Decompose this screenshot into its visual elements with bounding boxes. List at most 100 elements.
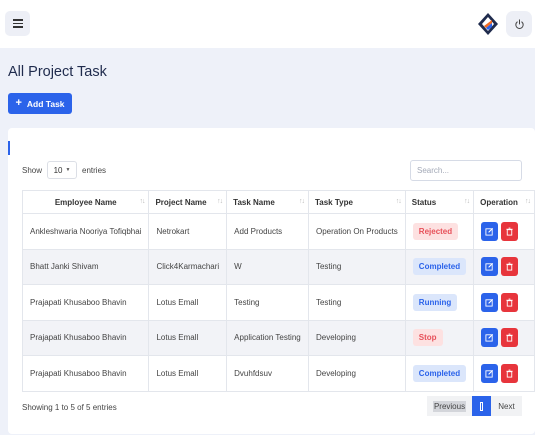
row-actions — [481, 363, 527, 383]
col-operation-label: Operation — [480, 197, 518, 207]
sort-icon: ↑↓ — [525, 198, 531, 205]
task-card: Show 10 ▼ entries Employee Name ↑↓ Projec… — [8, 128, 535, 434]
col-status-label: Status — [411, 197, 437, 207]
sort-icon: ↑↓ — [464, 198, 470, 205]
cell-project-name: Netrokart — [148, 213, 228, 250]
cell-task-type: Testing — [307, 284, 406, 321]
current-page-marker — [480, 401, 483, 411]
col-task-name[interactable]: Task Name ↑↓ — [226, 190, 309, 214]
cell-employee-name: Bhatt Janki Shivam — [21, 248, 150, 285]
cell-task-name: Application Testing — [226, 319, 309, 356]
status-badge: Running — [412, 293, 458, 311]
pagination: Previous Next — [427, 396, 522, 416]
sort-icon: ↑↓ — [139, 198, 145, 205]
col-project-name[interactable]: Project Name ↑↓ — [148, 190, 228, 214]
edit-icon[interactable] — [481, 292, 499, 312]
task-table: Employee Name ↑↓ Project Name ↑↓ Task Name… — [21, 190, 535, 392]
edit-icon[interactable] — [481, 221, 499, 241]
row-actions — [481, 221, 527, 241]
power-icon[interactable] — [506, 11, 532, 37]
trash-icon[interactable] — [501, 257, 519, 277]
cell-task-name: Testing — [226, 284, 309, 321]
chevron-down-icon: ▼ — [65, 167, 71, 173]
edit-icon[interactable] — [481, 328, 499, 348]
table-row: Prajapati Khusaboo Bhavin Lotus Emall Test… — [21, 284, 535, 321]
status-badge: Completed — [412, 258, 467, 276]
sort-icon: ↑↓ — [217, 198, 223, 205]
cell-task-name: Dvuhfdsuv — [226, 355, 309, 392]
cell-task-name: W — [226, 248, 309, 285]
cell-employee-name: Prajapati Khusaboo Bhavin — [21, 319, 150, 356]
previous-button[interactable]: Previous — [427, 396, 472, 416]
row-actions — [481, 257, 527, 277]
col-task-name-label: Task Name — [233, 197, 275, 207]
trash-icon[interactable] — [501, 221, 519, 241]
entries-select[interactable]: 10 ▼ — [47, 161, 78, 179]
col-project-name-label: Project Name — [155, 197, 207, 207]
entries-select-value: 10 — [53, 165, 63, 175]
cell-operation — [473, 319, 535, 356]
cell-operation — [473, 213, 535, 250]
cell-task-type: Testing — [307, 248, 406, 285]
entries-label: entries — [82, 165, 107, 175]
page-title: All Project Task — [8, 64, 107, 80]
add-task-button[interactable]: + Add Task — [8, 93, 72, 114]
row-actions — [481, 328, 527, 348]
search-input[interactable] — [410, 160, 522, 181]
status-badge: Stop — [412, 329, 443, 347]
cell-status: Running — [404, 284, 475, 321]
col-task-type-label: Task Type — [314, 197, 353, 207]
previous-label: Previous — [432, 400, 467, 412]
trash-icon[interactable] — [501, 292, 519, 312]
status-badge: Rejected — [412, 222, 459, 240]
trash-icon[interactable] — [501, 363, 519, 383]
cell-task-type: Developing — [307, 319, 406, 356]
cell-status: Completed — [404, 248, 475, 285]
col-operation[interactable]: Operation ↑↓ — [473, 190, 535, 214]
cell-project-name: Lotus Emall — [148, 284, 228, 321]
cell-task-type: Operation On Products — [307, 213, 406, 250]
cell-status: Completed — [404, 355, 475, 392]
brand-logo-icon — [477, 12, 499, 36]
table-row: Prajapati Khusaboo Bhavin Lotus Emall Appl… — [21, 319, 535, 356]
cell-project-name: Click4Karmachari — [148, 248, 228, 285]
top-bar — [0, 0, 535, 48]
cell-project-name: Lotus Emall — [148, 319, 228, 356]
table-body: Ankleshwaria Nooriya Tofiqbhai Netrokart A… — [21, 213, 535, 392]
plus-icon: + — [15, 97, 22, 109]
show-label: Show — [22, 165, 43, 175]
sort-icon: ↑↓ — [298, 198, 305, 205]
cell-status: Rejected — [404, 213, 475, 250]
entries-length-control: Show 10 ▼ entries — [22, 161, 106, 179]
cell-project-name: Lotus Emall — [148, 355, 228, 392]
edit-icon[interactable] — [481, 257, 499, 277]
cell-status: Stop — [404, 319, 475, 356]
table-row: Prajapati Khusaboo Bhavin Lotus Emall Dvuh… — [21, 355, 535, 392]
trash-icon[interactable] — [501, 328, 519, 348]
cell-operation — [473, 355, 535, 392]
edit-icon[interactable] — [481, 363, 499, 383]
cell-operation — [473, 284, 535, 321]
sort-icon: ↑↓ — [395, 198, 402, 205]
row-actions — [481, 292, 527, 312]
cell-operation — [473, 248, 535, 285]
table-header-row: Employee Name ↑↓ Project Name ↑↓ Task Name… — [21, 190, 535, 214]
table-row: Bhatt Janki Shivam Click4Karmachari W Testi… — [21, 248, 535, 285]
cell-employee-name: Ankleshwaria Nooriya Tofiqbhai — [21, 213, 150, 250]
cell-employee-name: Prajapati Khusaboo Bhavin — [21, 355, 150, 392]
card-accent-bar — [8, 141, 10, 155]
col-status[interactable]: Status ↑↓ — [404, 190, 475, 214]
status-badge: Completed — [412, 364, 467, 382]
col-employee-name[interactable]: Employee Name ↑↓ — [21, 190, 150, 214]
current-page-button[interactable] — [472, 396, 491, 416]
cell-employee-name: Prajapati Khusaboo Bhavin — [21, 284, 150, 321]
table-row: Ankleshwaria Nooriya Tofiqbhai Netrokart A… — [21, 213, 535, 250]
cell-task-name: Add Products — [226, 213, 309, 250]
col-task-type[interactable]: Task Type ↑↓ — [307, 190, 406, 214]
table-info: Showing 1 to 5 of 5 entries — [22, 403, 117, 412]
hamburger-menu-icon[interactable] — [5, 11, 30, 36]
col-employee-name-label: Employee Name — [54, 197, 117, 207]
add-task-label: Add Task — [26, 98, 65, 109]
next-button[interactable]: Next — [491, 396, 522, 416]
cell-task-type: Developing — [307, 355, 406, 392]
